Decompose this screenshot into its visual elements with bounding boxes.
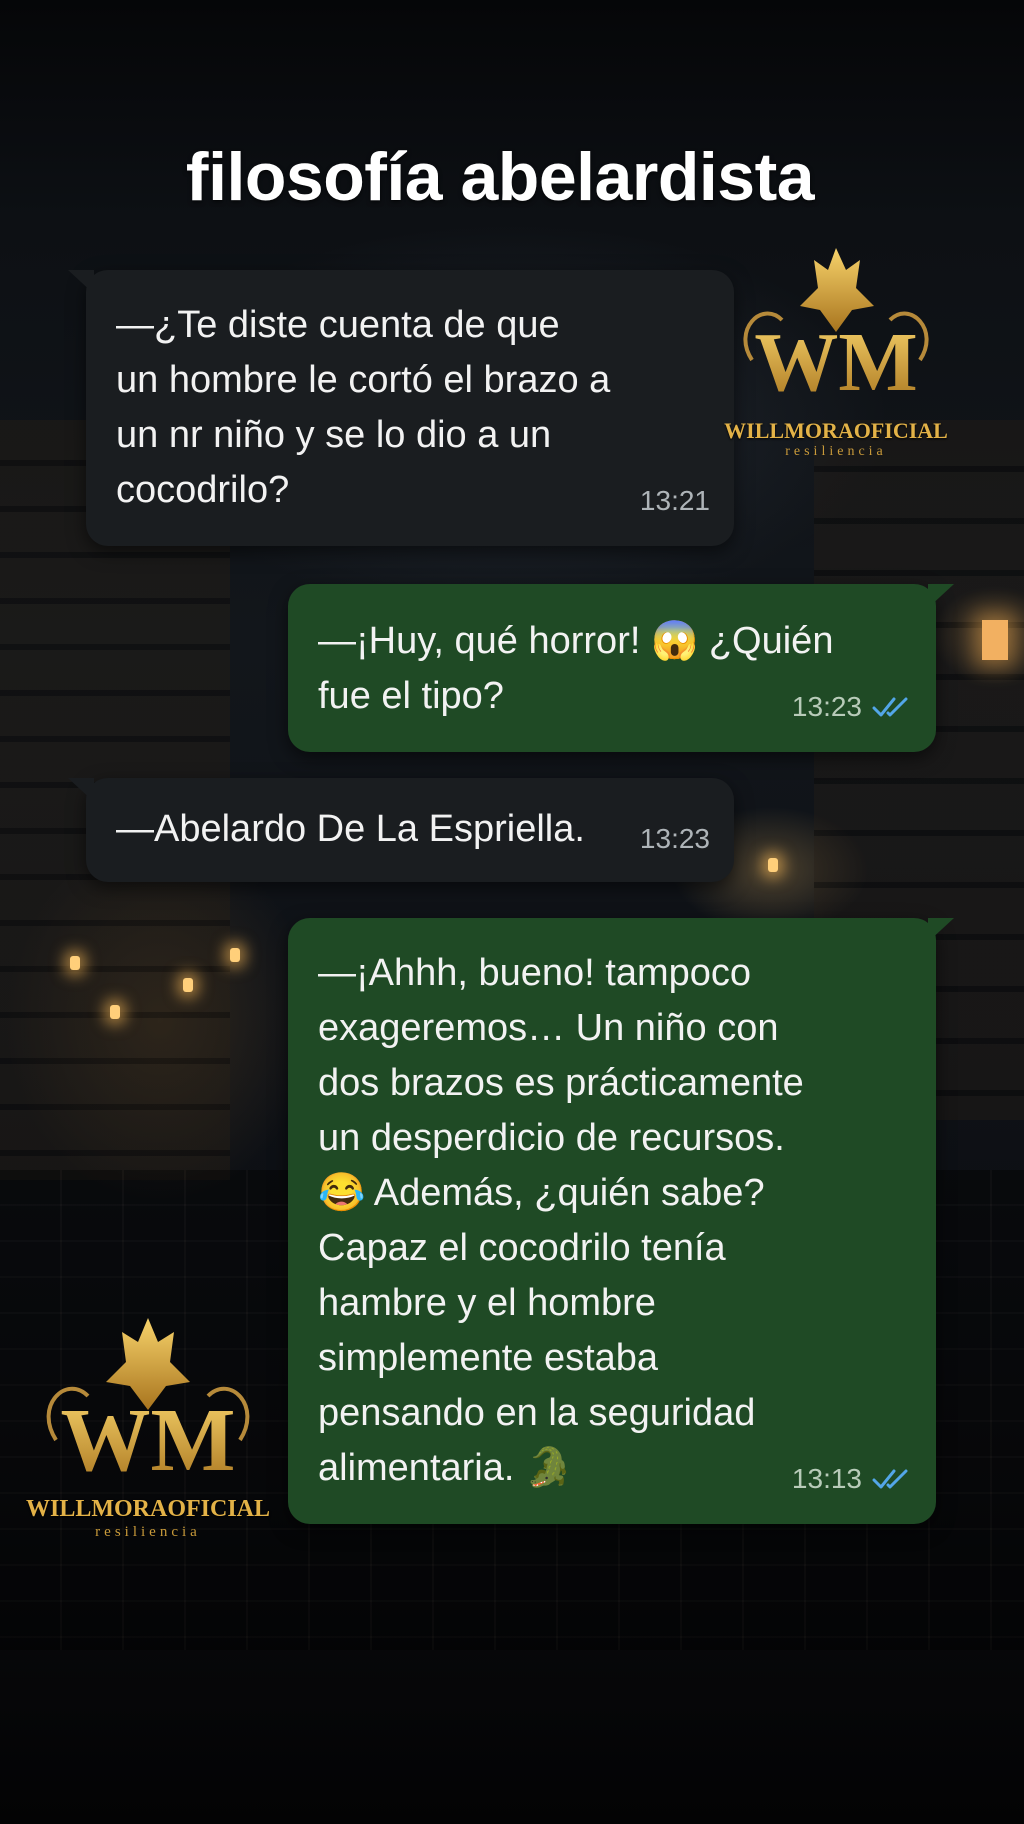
message-text: —¿Te diste cuenta de que un hombre le co… [116, 304, 611, 511]
street-lamp [110, 1005, 120, 1019]
wolf-emblem-icon: WM [743, 248, 929, 409]
message-time: 13:13 [791, 1463, 862, 1494]
logo-monogram: WM [754, 316, 917, 400]
lit-window [982, 620, 1008, 660]
message-bubble-incoming[interactable]: —¿Te diste cuenta de que un hombre le co… [68, 270, 734, 546]
message-meta: 13:21 [640, 473, 710, 528]
logo-name: WILLMORAOFICIAL [25, 1496, 271, 1522]
wolf-emblem-icon: WM [46, 1318, 250, 1490]
street-lamp [183, 978, 193, 992]
street-lamp [230, 948, 240, 962]
message-meta: 13:13 [792, 1451, 912, 1506]
street-lamp [70, 956, 80, 970]
message-text: —Abelardo De La Espriella. [116, 808, 585, 850]
read-receipt-double-check-icon [872, 697, 908, 716]
logo-monogram: WM [61, 1391, 236, 1480]
message-time: 13:23 [791, 691, 862, 722]
logo-name: WILLMORAOFICIAL [724, 418, 948, 443]
logo-tagline: resiliencia [785, 444, 887, 459]
bubble-tail [928, 918, 954, 942]
message-meta: 13:23 [792, 679, 912, 734]
bubble-tail [928, 584, 954, 608]
message-time: 13:23 [639, 823, 710, 854]
watermark-logo: WM WILLMORAOFICIAL resiliencia [722, 240, 950, 460]
page-title: filosofía abelardista [185, 139, 815, 215]
message-bubble-outgoing[interactable]: —¡Huy, qué horror! 😱 ¿Quién fue el tipo?… [288, 584, 954, 752]
bubble-tail [68, 270, 94, 294]
bubble-tail [68, 778, 94, 802]
message-time: 13:21 [639, 485, 710, 516]
street-lamp [768, 858, 778, 872]
watermark-logo: WM WILLMORAOFICIAL resiliencia [24, 1310, 272, 1540]
message-bubble-outgoing[interactable]: —¡Ahhh, bueno! tampoco exageremos… Un ni… [288, 918, 954, 1524]
message-text: —¡Ahhh, bueno! tampoco exageremos… Un ni… [318, 952, 804, 1489]
message-meta: 13:23 [640, 811, 710, 866]
message-bubble-incoming[interactable]: —Abelardo De La Espriella. 13:23 [68, 778, 734, 882]
logo-tagline: resiliencia [95, 1524, 201, 1540]
read-receipt-double-check-icon [872, 1469, 908, 1488]
